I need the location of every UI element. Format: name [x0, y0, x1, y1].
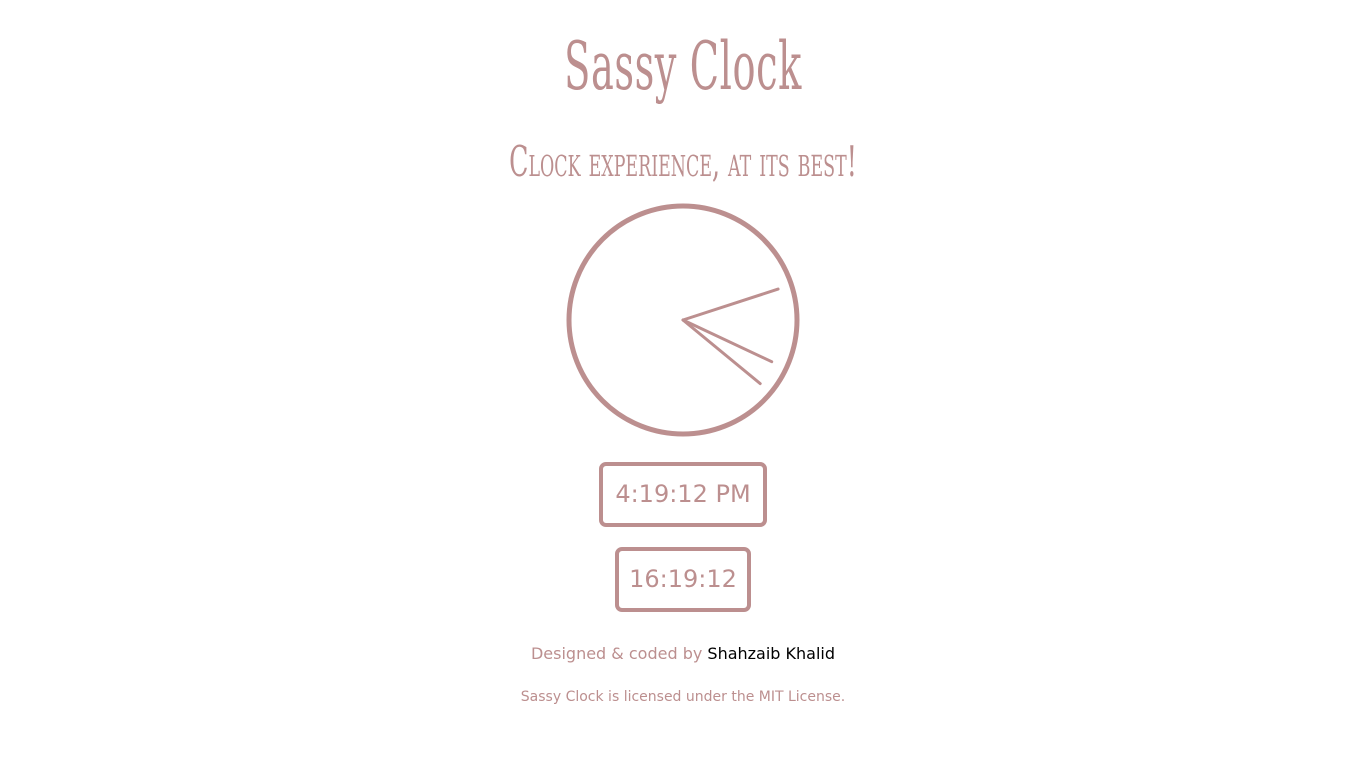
- credit-prefix: Designed & coded by: [530, 644, 703, 663]
- second-hand: [681, 287, 780, 322]
- analog-clock: [566, 203, 800, 437]
- digital-time-12h: 4:19:12 PM: [599, 462, 767, 527]
- page-subtitle: Clock experience, at its best!: [509, 137, 857, 186]
- digital-time-24h: 16:19:12: [615, 547, 751, 612]
- author-link[interactable]: Shahzaib Khalid: [707, 644, 835, 663]
- credit-line: Designed & coded by Shahzaib Khalid: [0, 643, 1366, 665]
- page: Sassy Clock Clock experience, at its bes…: [0, 0, 1366, 768]
- license-text: Sassy Clock is licensed under the MIT Li…: [520, 689, 846, 705]
- page-title: Sassy Clock: [564, 28, 802, 105]
